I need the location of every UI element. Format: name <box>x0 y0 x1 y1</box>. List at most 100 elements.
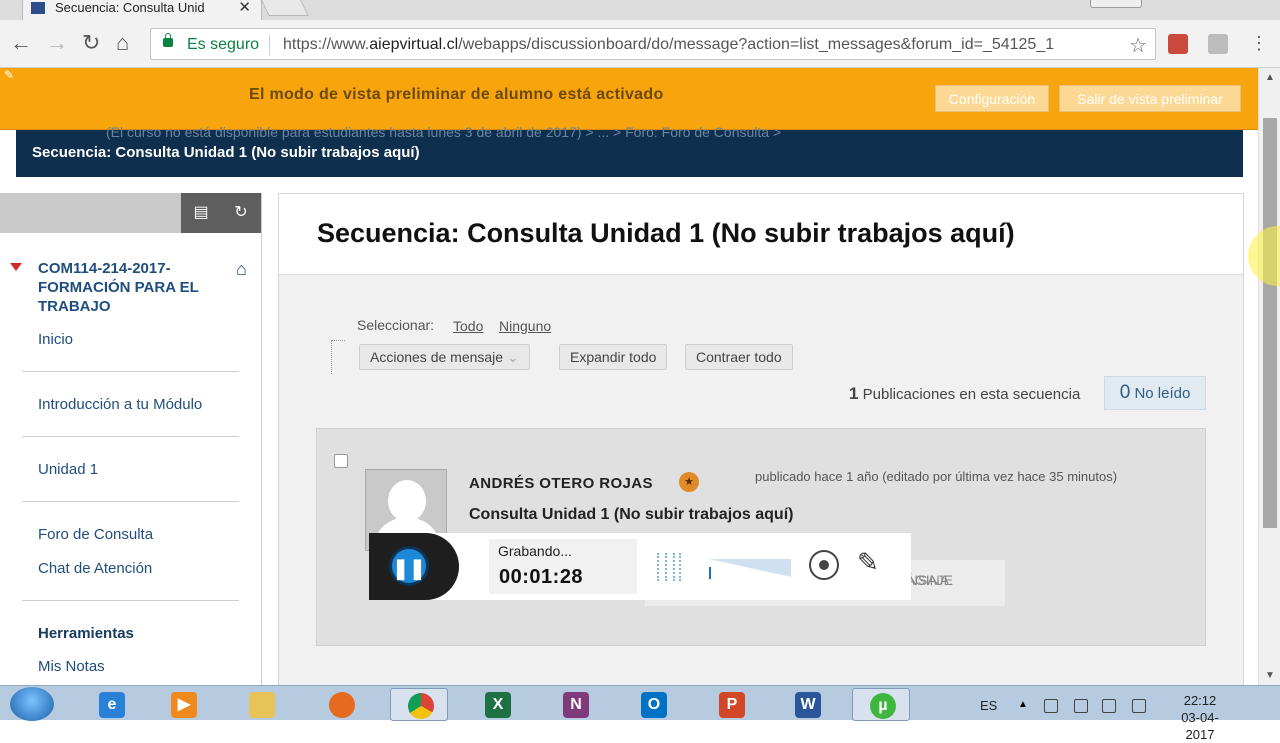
chevron-down-icon: ⌄ <box>506 349 519 365</box>
firefox-icon <box>329 692 355 718</box>
message-actions-label: Acciones de mensaje <box>370 349 504 365</box>
ie-icon: e <box>99 692 125 718</box>
taskbar-utorrent[interactable]: µ <box>852 688 910 721</box>
post-meta: publicado hace 1 año (editado por última… <box>755 469 1118 484</box>
sidebar-item-chat[interactable]: Chat de Atención <box>38 560 152 577</box>
volume-slider[interactable] <box>709 559 791 579</box>
taskbar-excel[interactable]: X <box>468 688 526 721</box>
collapse-all-button[interactable]: Contraer todo <box>685 344 793 370</box>
sidebar-item-foro[interactable]: Foro de Consulta <box>38 526 153 543</box>
chrome-icon <box>408 693 434 719</box>
home-icon[interactable]: ⌂ <box>236 259 247 280</box>
exit-preview-button[interactable]: Salir de vista preliminar <box>1059 85 1241 112</box>
browser-tab[interactable]: Secuencia: Consulta Unid ✕ <box>22 0 262 20</box>
start-button[interactable] <box>10 687 54 721</box>
extension-b-icon[interactable] <box>1208 34 1228 54</box>
pause-icon[interactable]: ❚❚ <box>389 546 429 586</box>
clock[interactable]: 22:12 03-04-2017 <box>1170 692 1230 743</box>
utorrent-icon: µ <box>870 693 896 719</box>
back-icon[interactable]: ← <box>10 30 32 56</box>
pdf-extension-icon[interactable] <box>1168 34 1188 54</box>
sidebar-item-introduccion[interactable]: Introducción a tu Módulo <box>38 396 202 413</box>
home-icon[interactable]: ⌂ <box>116 30 129 56</box>
taskbar-word[interactable]: W <box>778 688 836 721</box>
volume-icon[interactable] <box>1074 699 1088 713</box>
media-player-icon: ▶ <box>171 692 197 718</box>
select-all-link[interactable]: Todo <box>453 318 483 334</box>
expand-all-button[interactable]: Expandir todo <box>559 344 668 370</box>
address-bar[interactable]: Es seguro https://www.aiepvirtual.cl/web… <box>150 28 1156 60</box>
network-icon[interactable] <box>1102 699 1116 713</box>
post-subject: Consulta Unidad 1 (No subir trabajos aqu… <box>469 506 794 523</box>
page-scrollbar[interactable]: ▲ ▼ <box>1258 68 1280 685</box>
page-title: Secuencia: Consulta Unidad 1 (No subir t… <box>317 218 1015 248</box>
config-button[interactable]: Configuración <box>935 85 1049 112</box>
profile-button[interactable] <box>1090 0 1142 8</box>
refresh-icon[interactable]: ↻ <box>221 193 261 233</box>
tab-close-icon[interactable]: ✕ <box>238 0 251 16</box>
tray-expand-icon[interactable]: ▲ <box>1018 699 1032 713</box>
taskbar-ie[interactable]: e <box>82 688 140 721</box>
divider <box>22 371 239 372</box>
taskbar-firefox[interactable] <box>312 688 370 721</box>
clock-date: 03-04-2017 <box>1181 710 1219 742</box>
sidebar-section-herramientas[interactable]: Herramientas <box>38 625 134 642</box>
cursor-highlight <box>1248 226 1280 286</box>
site-favicon <box>31 2 45 14</box>
divider <box>22 600 239 601</box>
course-menu: ▤ ↻ COM114-214-2017-FORMACIÓN PARA EL TR… <box>0 193 262 690</box>
forward-icon[interactable]: → <box>46 30 68 56</box>
secure-label: Es seguro <box>187 36 260 53</box>
new-tab-button[interactable] <box>259 0 309 16</box>
instructor-badge-icon: ★ <box>679 472 699 492</box>
course-menu-toolbar: ▤ ↻ <box>0 193 262 233</box>
sidebar-item-inicio[interactable]: Inicio <box>38 331 73 348</box>
course-title[interactable]: COM114-214-2017-FORMACIÓN PARA EL TRABAJ… <box>38 259 228 316</box>
folder-view-icon[interactable]: ▤ <box>181 193 221 233</box>
menu-dots-icon[interactable]: ⋮ <box>1250 30 1268 56</box>
pin-icon: ✎ <box>4 68 15 82</box>
address-separator <box>269 35 270 55</box>
language-indicator[interactable]: ES <box>980 698 997 713</box>
device-icon[interactable] <box>1132 699 1146 713</box>
taskbar-media-player[interactable]: ▶ <box>154 688 212 721</box>
taskbar-onenote[interactable]: N <box>546 688 604 721</box>
post-checkbox[interactable] <box>334 454 348 468</box>
preview-message: El modo de vista preliminar de alumno es… <box>249 86 664 103</box>
reload-icon[interactable]: ↻ <box>82 30 100 56</box>
recorder-control: ❚❚ <box>369 533 459 600</box>
breadcrumb-current: Secuencia: Consulta Unidad 1 (No subir t… <box>32 144 420 161</box>
lock-icon <box>163 33 173 47</box>
taskbar-chrome[interactable] <box>390 688 448 721</box>
system-tray: ES ▲ 22:12 03-04-2017 <box>970 686 1280 742</box>
unread-count-button[interactable]: 0 No leído <box>1104 376 1206 410</box>
scroll-thumb[interactable] <box>1263 118 1277 528</box>
sidebar-item-unidad-1[interactable]: Unidad 1 <box>38 461 98 478</box>
taskbar-explorer[interactable] <box>232 688 290 721</box>
bookmark-star-icon[interactable]: ☆ <box>1129 33 1147 58</box>
scroll-up-icon[interactable]: ▲ <box>1265 72 1275 83</box>
folder-icon <box>249 692 275 718</box>
excel-icon: X <box>485 692 511 718</box>
pen-icon[interactable]: ✎ <box>857 547 879 578</box>
recording-time: 00:01:28 <box>499 566 584 588</box>
taskbar-outlook[interactable]: O <box>624 688 682 721</box>
scroll-down-icon[interactable]: ▼ <box>1265 670 1275 681</box>
sidebar-item-mis-notas[interactable]: Mis Notas <box>38 658 105 675</box>
post-count: 1 Publicaciones en esta secuencia <box>849 384 1081 403</box>
tab-title: Secuencia: Consulta Unid <box>55 0 205 15</box>
word-icon: W <box>795 692 821 718</box>
clock-time: 22:12 <box>1183 693 1217 708</box>
volume-knob[interactable] <box>709 567 711 579</box>
webcam-icon[interactable] <box>809 550 839 580</box>
url-text[interactable]: https://www.aiepvirtual.cl/webapps/discu… <box>283 36 1121 54</box>
taskbar: e ▶ X N O P W µ ES ▲ 22:12 03-04-2017 <box>0 685 1280 742</box>
breadcrumb: (El curso no está disponible para estudi… <box>16 124 1243 177</box>
breadcrumb-path[interactable]: (El curso no está disponible para estudi… <box>106 124 781 140</box>
message-actions-button[interactable]: Acciones de mensaje ⌄ <box>359 344 530 370</box>
taskbar-powerpoint[interactable]: P <box>702 688 760 721</box>
collapse-triangle-icon[interactable] <box>10 263 22 271</box>
select-none-link[interactable]: Ninguno <box>499 318 551 334</box>
flag-icon[interactable] <box>1044 699 1058 713</box>
divider <box>22 501 239 502</box>
